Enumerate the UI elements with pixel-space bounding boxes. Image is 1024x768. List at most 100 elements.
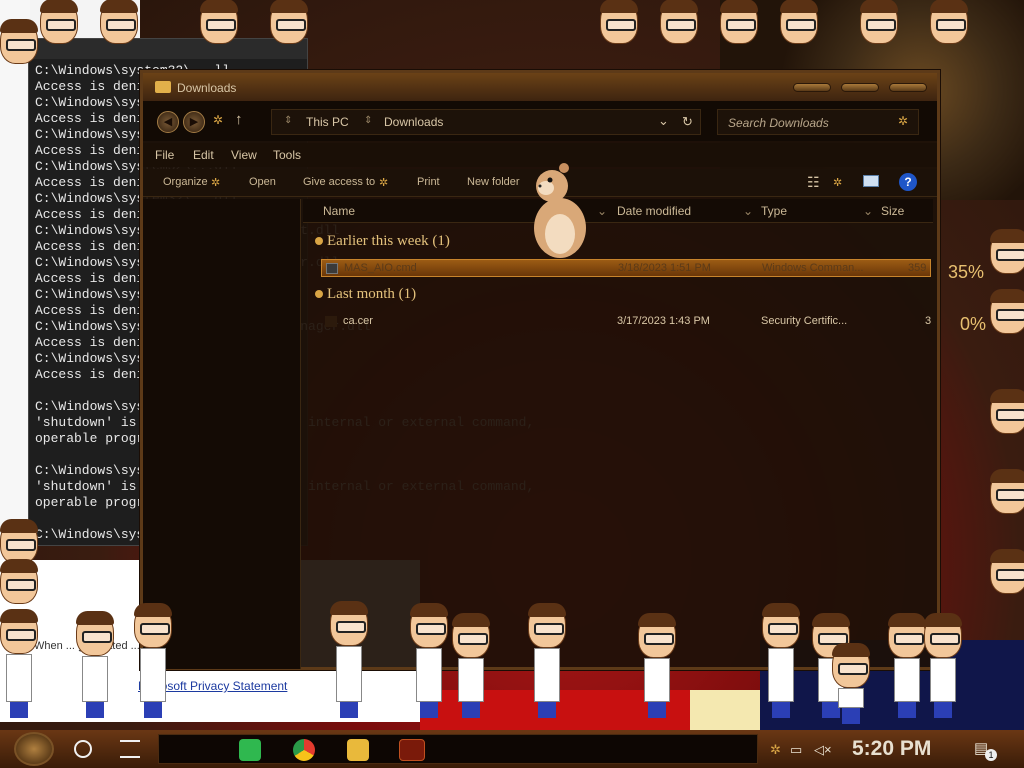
group-header[interactable]: Earlier this week (1): [315, 233, 450, 250]
cartoon-legs: [898, 702, 916, 718]
search-icon[interactable]: ✲: [898, 114, 908, 128]
cartoon-head: [0, 609, 38, 654]
cartoon-character: [0, 19, 38, 64]
back-button[interactable]: ◀: [157, 111, 179, 133]
cmd-file-icon: [326, 263, 338, 274]
column-size[interactable]: Size: [881, 204, 904, 218]
cartoon-body: [458, 658, 484, 702]
help-icon[interactable]: ?: [899, 173, 917, 191]
forward-button[interactable]: ▶: [183, 111, 205, 133]
organize-button[interactable]: Organize: [163, 176, 208, 188]
cartoon-character: [888, 613, 926, 718]
cartoon-head: [134, 603, 172, 648]
group-label: Last month (1): [327, 286, 417, 302]
cartoon-head: [990, 229, 1024, 274]
view-dropdown-icon[interactable]: ✲: [833, 176, 842, 189]
breadcrumb-downloads[interactable]: Downloads: [384, 115, 443, 129]
cartoon-character: [930, 0, 968, 44]
file-name: ca.cer: [343, 315, 373, 327]
tray-settings-icon[interactable]: ✲: [770, 742, 781, 758]
cartoon-body: [534, 648, 560, 702]
cartoon-legs: [86, 702, 104, 718]
cartoon-character: [924, 613, 962, 718]
app-icon[interactable]: [399, 739, 425, 761]
navigation-pane[interactable]: [143, 199, 301, 669]
cartoon-head: [40, 0, 78, 44]
cartoon-head: [780, 0, 818, 44]
cartoon-legs: [10, 702, 28, 718]
file-size: 359: [908, 262, 927, 274]
column-filter-icon[interactable]: ⌄: [743, 204, 753, 218]
column-name[interactable]: Name: [323, 204, 355, 218]
view-options-icon[interactable]: ☷: [807, 174, 820, 191]
cartoon-character: [134, 603, 172, 718]
chrome-icon[interactable]: [293, 739, 315, 761]
wallpaper-white-region: [0, 0, 30, 560]
network-icon[interactable]: ▭: [790, 742, 802, 758]
open-button[interactable]: Open: [249, 176, 276, 188]
cartoon-character: [0, 559, 38, 604]
column-type[interactable]: Type: [761, 204, 787, 218]
column-date-modified[interactable]: Date modified: [617, 204, 691, 218]
cartoon-character: [990, 289, 1024, 334]
cartoon-legs: [340, 702, 358, 718]
address-box[interactable]: ⇕ This PC ⇕ Downloads ⌄ ↻: [271, 109, 701, 135]
up-arrow-icon[interactable]: ↑: [235, 111, 243, 128]
cartoon-character: [832, 643, 870, 724]
cartoon-head: [930, 0, 968, 44]
volume-muted-icon[interactable]: ◁×: [814, 742, 832, 758]
close-button[interactable]: [889, 83, 927, 92]
cartoon-head: [888, 613, 926, 658]
refresh-icon[interactable]: ↻: [682, 114, 693, 130]
cartoon-head: [0, 559, 38, 604]
cortana-icon[interactable]: [74, 740, 92, 758]
menu-file[interactable]: File: [155, 148, 174, 162]
notes-icon[interactable]: [239, 739, 261, 761]
give-access-button[interactable]: Give access to: [303, 176, 375, 188]
minimize-button[interactable]: [793, 83, 831, 92]
clock[interactable]: 5:20 PM: [852, 737, 931, 761]
window-title: Downloads: [177, 81, 237, 95]
search-input[interactable]: Search Downloads ✲: [717, 109, 919, 135]
start-button[interactable]: [14, 732, 54, 766]
search-placeholder: Search Downloads: [728, 116, 829, 130]
new-folder-button[interactable]: New folder: [467, 176, 520, 188]
preview-pane-icon[interactable]: [863, 175, 879, 187]
file-type: Windows Comman...: [762, 262, 864, 274]
print-button[interactable]: Print: [417, 176, 440, 188]
cartoon-character: [100, 0, 138, 44]
maximize-button[interactable]: [841, 83, 879, 92]
chevron-down-icon[interactable]: ⌄: [658, 113, 669, 129]
cartoon-character: [0, 609, 38, 718]
folder-icon: [155, 81, 171, 93]
cartoon-head: [0, 519, 38, 564]
recent-locations-icon[interactable]: ✲: [213, 113, 223, 127]
cartoon-head: [990, 469, 1024, 514]
group-label: Earlier this week (1): [327, 233, 450, 249]
cartoon-body: [336, 646, 362, 702]
file-explorer-icon[interactable]: [347, 739, 369, 761]
desktop-percent-label: 35%: [948, 262, 985, 282]
cartoon-character: [860, 0, 898, 44]
menu-edit[interactable]: Edit: [193, 148, 214, 162]
menu-view[interactable]: View: [231, 148, 257, 162]
file-name: MAS_AIO.cmd: [344, 262, 417, 274]
group-header[interactable]: Last month (1): [315, 286, 416, 303]
wallpaper-yellow-region: [690, 690, 760, 730]
file-row[interactable]: ca.cer 3/17/2023 1:43 PM Security Certif…: [321, 313, 931, 331]
column-sort-icon[interactable]: ⌄: [597, 204, 607, 218]
explorer-titlebar[interactable]: Downloads: [143, 73, 937, 101]
cartoon-character: [528, 603, 566, 718]
file-size: 3: [925, 315, 932, 327]
cartoon-character: [200, 0, 238, 44]
give-access-dropdown-icon[interactable]: ✲: [379, 176, 388, 189]
column-filter-icon[interactable]: ⌄: [863, 204, 873, 218]
cartoon-body: [838, 688, 864, 708]
cartoon-head: [860, 0, 898, 44]
menu-tools[interactable]: Tools: [273, 148, 301, 162]
file-row[interactable]: MAS_AIO.cmd 3/18/2023 1:51 PM Windows Co…: [321, 259, 931, 277]
breadcrumb-this-pc[interactable]: This PC: [306, 115, 349, 129]
organize-dropdown-icon[interactable]: ✲: [211, 176, 220, 189]
cartoon-head: [410, 603, 448, 648]
task-view-icon[interactable]: [120, 740, 140, 758]
